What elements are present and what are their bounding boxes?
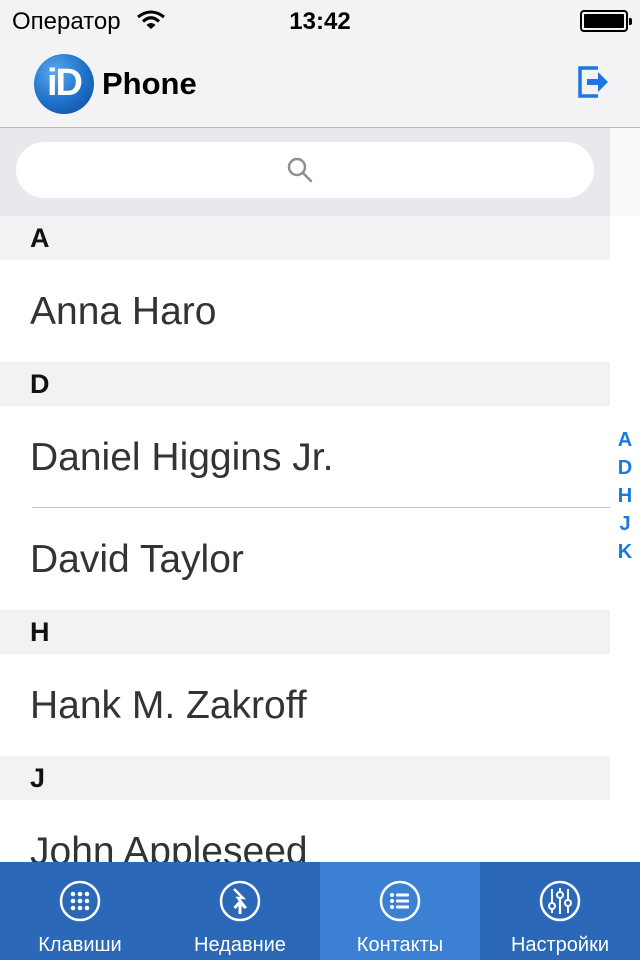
- index-letter[interactable]: H: [610, 482, 640, 510]
- recents-icon: [219, 880, 261, 922]
- contacts-list-icon: [379, 880, 421, 922]
- app-logo: iD: [34, 54, 94, 114]
- contact-row[interactable]: Anna Haro: [0, 260, 610, 362]
- contact-row[interactable]: Hank M. Zakroff: [0, 654, 610, 756]
- contact-row[interactable]: Daniel Higgins Jr.: [0, 406, 610, 508]
- tab-contacts[interactable]: Контакты: [320, 862, 480, 960]
- index-letter[interactable]: D: [610, 454, 640, 482]
- tab-keypad[interactable]: Клавиши: [0, 862, 160, 960]
- tab-label: Недавние: [194, 934, 286, 956]
- search-input[interactable]: [16, 142, 594, 198]
- section-header-h: H: [0, 610, 610, 654]
- tab-bar: Клавиши Недавние Контакты Настройки: [0, 862, 640, 960]
- tab-settings[interactable]: Настройки: [480, 862, 640, 960]
- search-icon: [287, 157, 313, 183]
- section-header-a: A: [0, 216, 610, 260]
- index-letter[interactable]: J: [610, 510, 640, 538]
- section-header-j: J: [0, 756, 610, 800]
- top-bar: Оператор 13:42 iD Phone: [0, 0, 640, 128]
- navigation-bar: iD Phone: [0, 40, 640, 128]
- tab-label: Контакты: [356, 934, 444, 956]
- section-header-d: D: [0, 362, 610, 406]
- search-bar-edge: [610, 128, 640, 216]
- section-index[interactable]: A D H J K: [610, 426, 640, 566]
- keypad-icon: [59, 880, 101, 922]
- contact-row[interactable]: David Taylor: [0, 508, 610, 610]
- battery-icon: [580, 10, 632, 32]
- status-time: 13:42: [289, 8, 351, 35]
- index-letter[interactable]: K: [610, 538, 640, 566]
- logout-icon[interactable]: [576, 64, 610, 100]
- contacts-list: A Anna Haro D Daniel Higgins Jr. David T…: [0, 216, 610, 960]
- app-title: Phone: [102, 66, 197, 101]
- search-bar: [0, 128, 610, 216]
- tab-label: Клавиши: [38, 934, 122, 956]
- tab-label: Настройки: [510, 934, 610, 956]
- settings-sliders-icon: [539, 880, 581, 922]
- tab-recents[interactable]: Недавние: [160, 862, 320, 960]
- logo-text: iD: [47, 62, 83, 104]
- status-bar: Оператор 13:42: [0, 0, 640, 40]
- index-letter[interactable]: A: [610, 426, 640, 454]
